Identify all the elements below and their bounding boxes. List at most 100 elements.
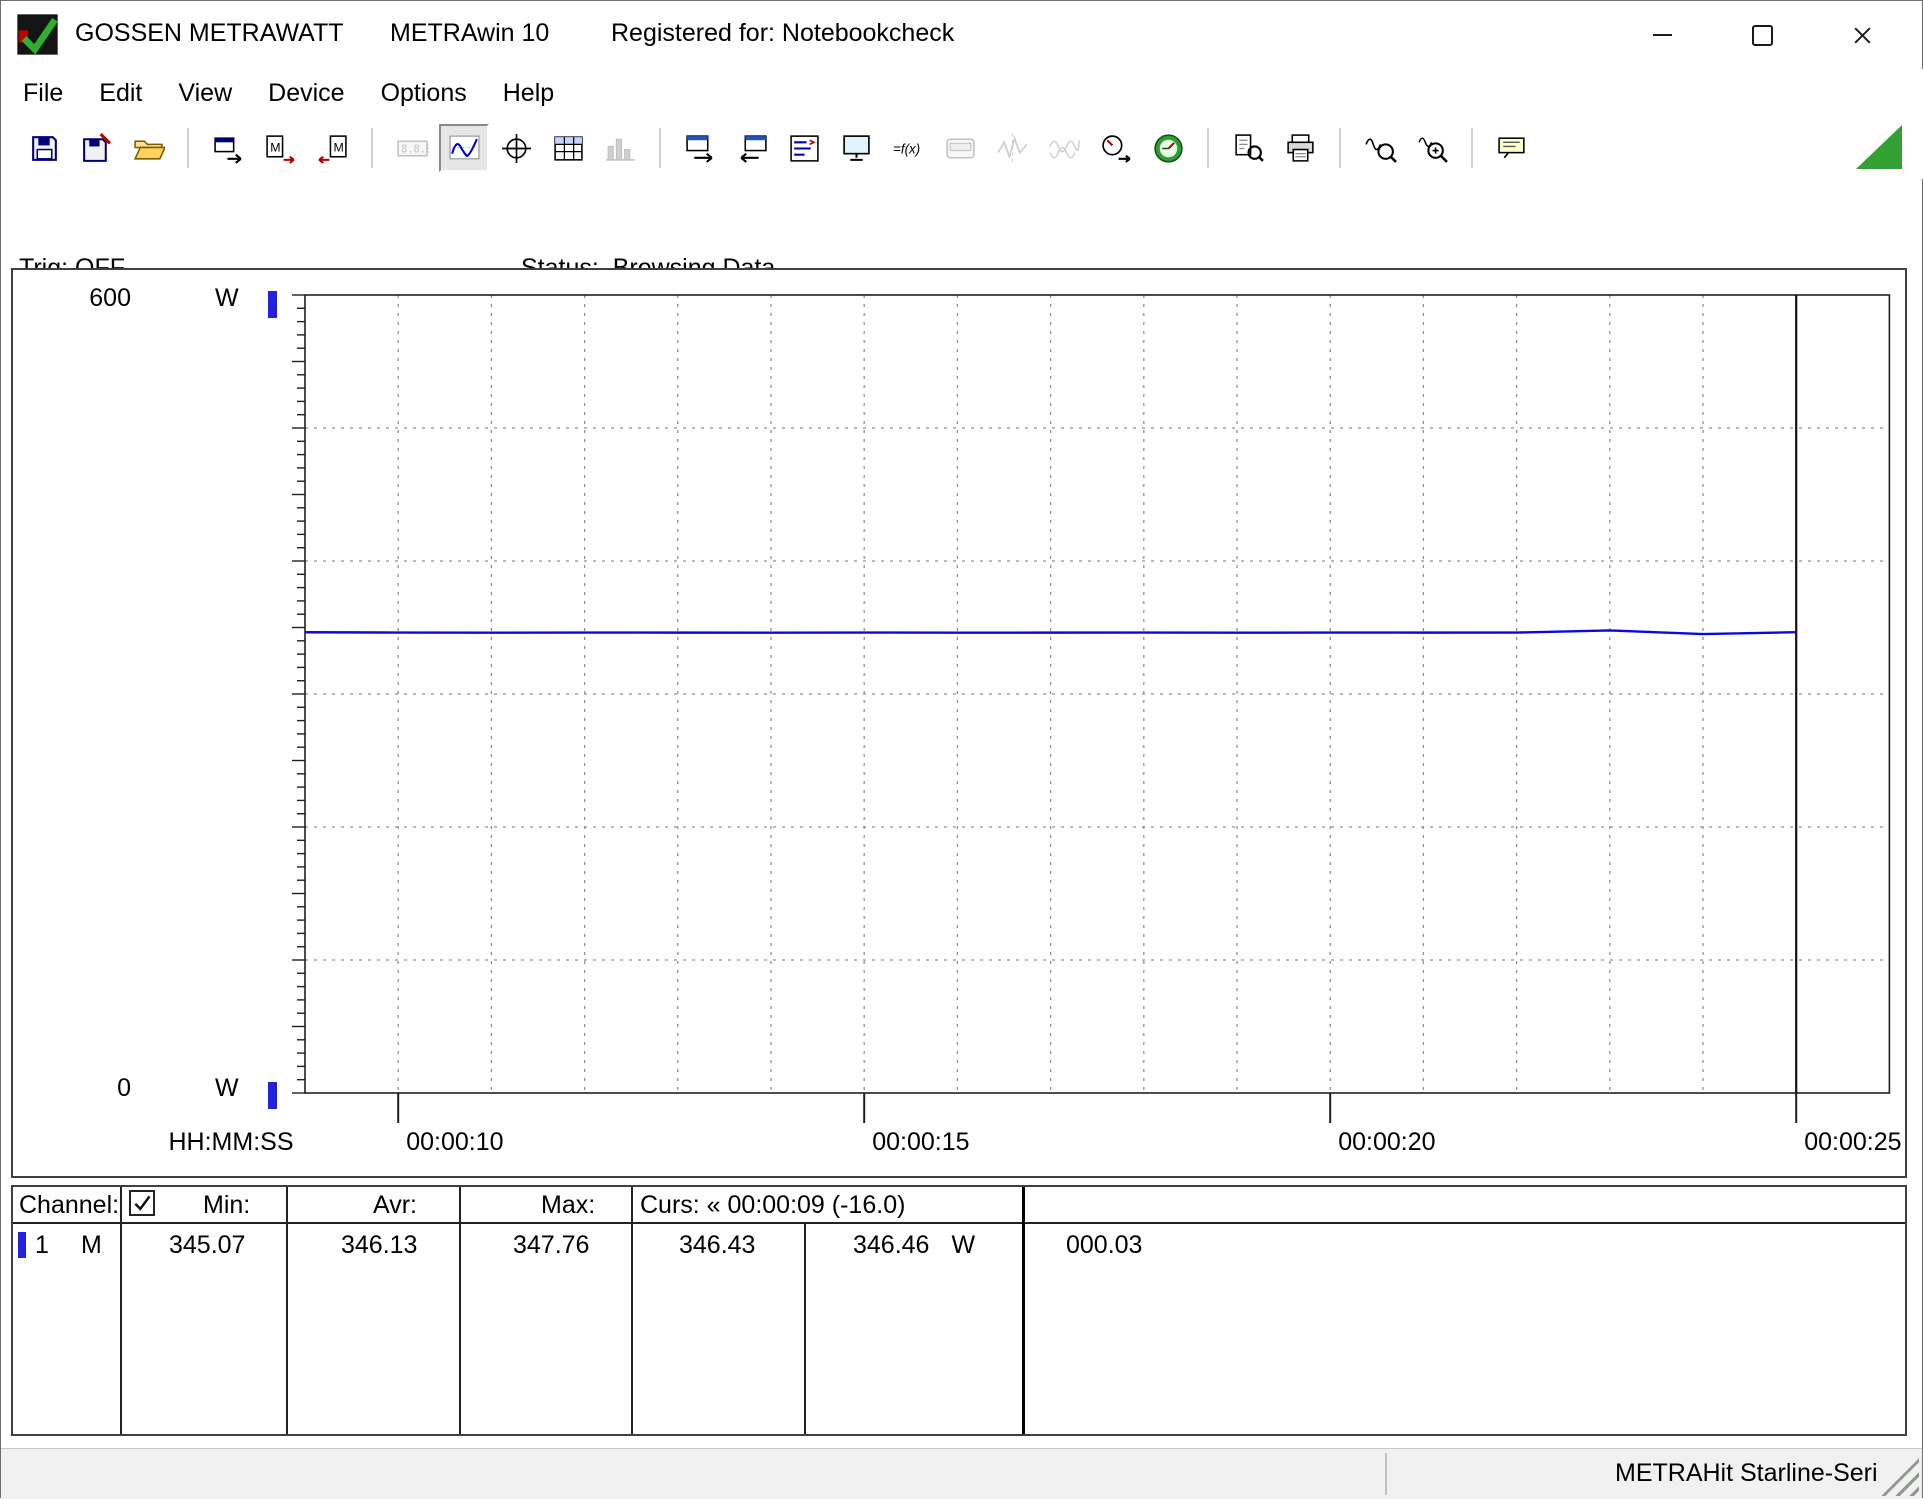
menu-view[interactable]: View: [160, 74, 250, 113]
channel-marker-bottom: [268, 1082, 277, 1109]
y-axis-max-label: 600: [53, 284, 131, 313]
cell-channel-mode: M: [81, 1228, 102, 1262]
bar-chart-icon: [604, 132, 637, 165]
titlebar-app-name: METRAwin 10: [390, 19, 549, 48]
bar-chart-button: [595, 124, 645, 172]
formula-icon: =f(x): [892, 132, 925, 165]
save-icon: [28, 132, 61, 165]
formula-button[interactable]: =f(x): [883, 124, 933, 172]
import-doc-button[interactable]: M: [307, 124, 357, 172]
print-button[interactable]: [1275, 124, 1325, 172]
menu-file[interactable]: File: [5, 74, 81, 113]
data-line: [305, 630, 1796, 634]
table-header-channel: Channel:: [19, 1190, 119, 1220]
toolbar-separator: [187, 128, 189, 168]
envelope-curve-icon: [1048, 132, 1081, 165]
print-icon: [1284, 132, 1317, 165]
data-table-button[interactable]: [543, 124, 593, 172]
device-lcd-button: [935, 124, 985, 172]
sequence-list-icon: [788, 132, 821, 165]
meter-transfer-icon: [1100, 132, 1133, 165]
window-import-button[interactable]: [727, 124, 777, 172]
monitor-button[interactable]: [831, 124, 881, 172]
cell-cursor-a: 346.43: [679, 1228, 755, 1262]
cell-avr: 346.13: [341, 1228, 417, 1262]
table-header-cursor: Curs: « 00:00:09 (-16.0): [640, 1190, 905, 1220]
table-header-avr: Avr:: [373, 1190, 417, 1220]
titlebar-registered: Registered for: Notebookcheck: [611, 19, 954, 48]
channel-visibility-checkbox[interactable]: [129, 1190, 155, 1216]
x-tick-label: 00:00:25: [1804, 1128, 1901, 1157]
export-doc-icon: M: [264, 132, 297, 165]
titlebar: GOSSEN METRAWATT METRAwin 10 Registered …: [1, 1, 1922, 69]
channel-color-marker: [18, 1232, 26, 1258]
table-column-divider: [804, 1224, 806, 1434]
table-header-divider: [13, 1222, 1905, 1224]
menubar: FileEditViewDeviceOptionsHelp: [1, 69, 1923, 117]
note-icon: [1496, 132, 1529, 165]
toolbar-separator: [1471, 128, 1473, 168]
statusbar: METRAHit Starline-Seri: [1, 1448, 1922, 1499]
chart-plot[interactable]: [13, 270, 1905, 1176]
toolbar: MM 8.8.8 =f(x): [1, 117, 1923, 179]
resize-grip[interactable]: [1881, 1458, 1919, 1496]
save-button[interactable]: [19, 124, 69, 172]
split-curve-icon: [996, 132, 1029, 165]
cell-cursor-b: 346.46W: [853, 1228, 975, 1262]
toolbar-separator: [659, 128, 661, 168]
export-screen-icon: [212, 132, 245, 165]
cursor-b-value: 346.46: [853, 1231, 929, 1259]
cell-delta: 000.03: [1066, 1228, 1142, 1262]
zoom-icon: [1416, 132, 1449, 165]
menu-options[interactable]: Options: [363, 74, 485, 113]
table-header-max: Max:: [541, 1190, 595, 1220]
menu-help[interactable]: Help: [485, 74, 572, 113]
minimize-button[interactable]: [1612, 1, 1712, 69]
menu-device[interactable]: Device: [250, 74, 362, 113]
crosshair-icon: [500, 132, 533, 165]
export-screen-button[interactable]: [203, 124, 253, 172]
line-chart-button[interactable]: [439, 124, 489, 172]
table-column-divider: [286, 1187, 288, 1434]
cell-max: 347.76: [513, 1228, 589, 1262]
cell-min: 345.07: [169, 1228, 245, 1262]
print-preview-button[interactable]: [1223, 124, 1273, 172]
checkmark-icon: [132, 1193, 152, 1213]
y-axis-unit-label: W: [215, 1074, 239, 1103]
window-export-button[interactable]: [675, 124, 725, 172]
zoom-wave-button[interactable]: [1355, 124, 1405, 172]
window-controls: [1612, 1, 1912, 69]
numeric-display-button: 8.8.8: [387, 124, 437, 172]
cell-channel-number: 1: [35, 1228, 49, 1262]
x-tick-label: 00:00:20: [1338, 1128, 1435, 1157]
export-doc-button[interactable]: M: [255, 124, 305, 172]
x-tick-label: 00:00:15: [872, 1128, 969, 1157]
toolbar-separator: [1339, 128, 1341, 168]
gauge-button[interactable]: [1143, 124, 1193, 172]
menu-edit[interactable]: Edit: [81, 74, 160, 113]
meter-transfer-button[interactable]: [1091, 124, 1141, 172]
gauge-icon: [1152, 132, 1185, 165]
crosshair-button[interactable]: [491, 124, 541, 172]
channel-marker-top: [268, 291, 277, 318]
y-axis-min-label: 0: [53, 1074, 131, 1103]
device-lcd-icon: [944, 132, 977, 165]
toolbar-separator: [1207, 128, 1209, 168]
envelope-curve-button: [1039, 124, 1089, 172]
sequence-list-button[interactable]: [779, 124, 829, 172]
titlebar-brand: GOSSEN METRAWATT: [75, 19, 344, 48]
maximize-button[interactable]: [1712, 1, 1812, 69]
note-button[interactable]: [1487, 124, 1537, 172]
open-folder-button[interactable]: [123, 124, 173, 172]
x-axis-format-label: HH:MM:SS: [161, 1128, 301, 1157]
zoom-button[interactable]: [1407, 124, 1457, 172]
split-curve-button: [987, 124, 1037, 172]
save-report-button[interactable]: [71, 124, 121, 172]
close-button[interactable]: [1812, 1, 1912, 69]
y-axis-unit-label: W: [215, 284, 239, 313]
table-header-min: Min:: [203, 1190, 250, 1220]
chart-panel: 600 W 0 W HH:MM:SS 00:00:10 00:00:15 00:00…: [11, 268, 1907, 1178]
open-folder-icon: [132, 132, 165, 165]
statusbar-divider: [1385, 1453, 1387, 1495]
x-tick-label: 00:00:10: [406, 1128, 503, 1157]
